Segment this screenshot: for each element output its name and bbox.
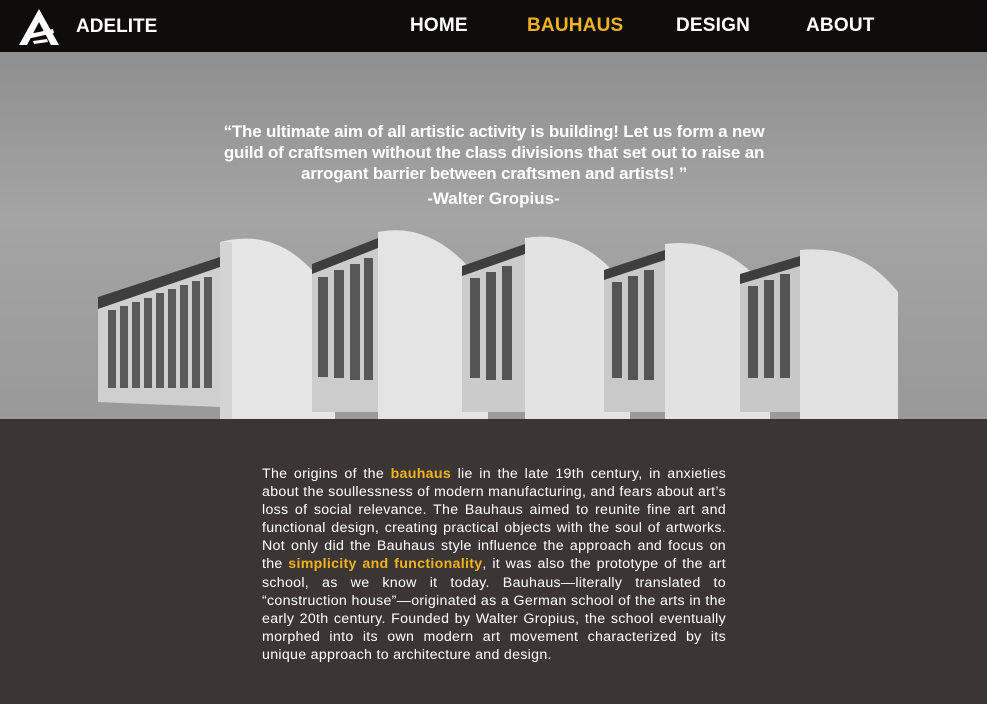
bauhaus-highlight: bauhaus — [390, 466, 452, 482]
nav-home[interactable]: HOME — [410, 15, 468, 37]
top-navigation-bar: ADELITE HOME BAUHAUS DESIGN ABOUT — [0, 0, 987, 52]
adelite-logo-icon[interactable] — [17, 7, 61, 47]
hero-banner: “The ultimate aim of all artistic activi… — [0, 52, 987, 419]
nav-about[interactable]: ABOUT — [806, 15, 875, 37]
nav-design[interactable]: DESIGN — [676, 15, 750, 37]
bauhaus-article: The origins of the bauhaus lie in the la… — [262, 465, 726, 664]
brand-name[interactable]: ADELITE — [76, 16, 157, 38]
nav-bauhaus[interactable]: BAUHAUS — [527, 15, 623, 37]
quote-author: -Walter Gropius- — [427, 189, 560, 208]
article-text-1: The origins of the — [262, 466, 391, 482]
simplicity-functionality-highlight: simplicity and functionality — [288, 556, 483, 573]
bauhaus-building-image — [98, 230, 900, 419]
gropius-quote: “The ultimate aim of all artistic activi… — [223, 122, 765, 183]
